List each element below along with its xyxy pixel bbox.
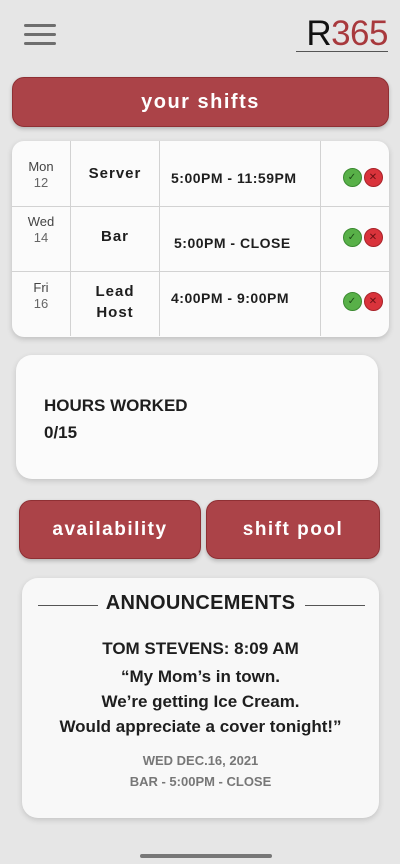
home-indicator[interactable]: [140, 854, 272, 858]
app-logo: R365: [306, 14, 388, 54]
announcement-date: WED DEC.16, 2021: [142, 753, 259, 768]
shifts-table: Mon 12 Server 5:00PM - 11:59PM ✓ ✕ Wed 1…: [12, 141, 389, 337]
announcement-shift-detail: BAR - 5:00PM - CLOSE: [129, 774, 272, 789]
shift-pool-label: shift pool: [242, 518, 344, 540]
your-shifts-label: your shifts: [141, 90, 260, 113]
announcements-card: ANNOUNCEMENTS TOM STEVENS: 8:09 AM “My M…: [22, 578, 379, 818]
announcement-message-line: We’re getting Ice Cream.: [101, 692, 300, 711]
shift-day-number: 12: [33, 175, 49, 190]
menu-line: [24, 24, 56, 27]
decline-shift-icon[interactable]: ✕: [363, 292, 383, 311]
announcement-author: TOM STEVENS: 8:09 AM: [102, 639, 299, 658]
decline-shift-icon[interactable]: ✕: [363, 168, 383, 187]
hours-worked-value: 0/15: [44, 423, 78, 442]
announcement-message-line: Would appreciate a cover tonight!”: [59, 717, 342, 736]
announcement-message-line: “My Mom’s in town.: [121, 667, 280, 686]
hamburger-menu-icon[interactable]: [24, 22, 58, 46]
shift-time: 5:00PM - 11:59PM: [171, 170, 297, 186]
menu-line: [24, 33, 56, 36]
shift-actions: ✓ ✕: [336, 292, 389, 311]
shift-row[interactable]: Fri 16 Lead Host 4:00PM - 9:00PM ✓ ✕: [12, 271, 389, 336]
shift-role-line: Bar: [100, 228, 129, 245]
shift-day: Wed: [27, 214, 55, 229]
announcements-title: ANNOUNCEMENTS: [105, 592, 296, 614]
availability-label: availability: [52, 518, 168, 540]
shift-day: Mon: [28, 159, 54, 174]
column-divider: [159, 206, 160, 271]
shift-role: Bar: [71, 228, 159, 245]
shift-actions: ✓ ✕: [336, 168, 389, 187]
shift-time: 5:00PM - CLOSE: [174, 235, 291, 251]
logo-underline: [296, 51, 388, 52]
logo-number: 365: [331, 14, 388, 53]
shift-date: Mon 12: [12, 159, 70, 191]
shift-role-line: Server: [88, 165, 142, 182]
accept-shift-icon[interactable]: ✓: [342, 228, 362, 247]
your-shifts-button[interactable]: your shifts: [12, 77, 389, 127]
accept-shift-icon[interactable]: ✓: [342, 168, 362, 187]
shift-actions: ✓ ✕: [336, 228, 389, 247]
hours-worked-label: HOURS WORKED: [44, 396, 188, 415]
column-divider: [159, 271, 160, 336]
announcement-message: “My Mom’s in town. We’re getting Ice Cre…: [22, 664, 379, 739]
shift-day-number: 16: [33, 296, 49, 311]
hours-worked-card: HOURS WORKED 0/15: [16, 355, 378, 479]
shift-date: Fri 16: [12, 280, 70, 312]
shift-date: Wed 14: [12, 214, 70, 246]
shift-time: 4:00PM - 9:00PM: [171, 290, 289, 306]
logo-letter: R: [306, 14, 332, 53]
shift-row[interactable]: Wed 14 Bar 5:00PM - CLOSE ✓ ✕: [12, 206, 389, 272]
column-divider: [159, 141, 160, 206]
shift-row[interactable]: Mon 12 Server 5:00PM - 11:59PM ✓ ✕: [12, 141, 389, 207]
accept-shift-icon[interactable]: ✓: [342, 292, 362, 311]
shift-role-line: Host: [96, 304, 134, 321]
shift-role: Lead Host: [71, 281, 159, 323]
shift-role-line: Lead: [95, 283, 135, 300]
availability-button[interactable]: availability: [19, 500, 201, 559]
menu-line: [24, 42, 56, 45]
shift-day: Fri: [33, 280, 49, 295]
shift-pool-button[interactable]: shift pool: [206, 500, 380, 559]
shift-role: Server: [71, 165, 159, 182]
shift-day-number: 14: [33, 230, 49, 245]
decline-shift-icon[interactable]: ✕: [363, 228, 383, 247]
